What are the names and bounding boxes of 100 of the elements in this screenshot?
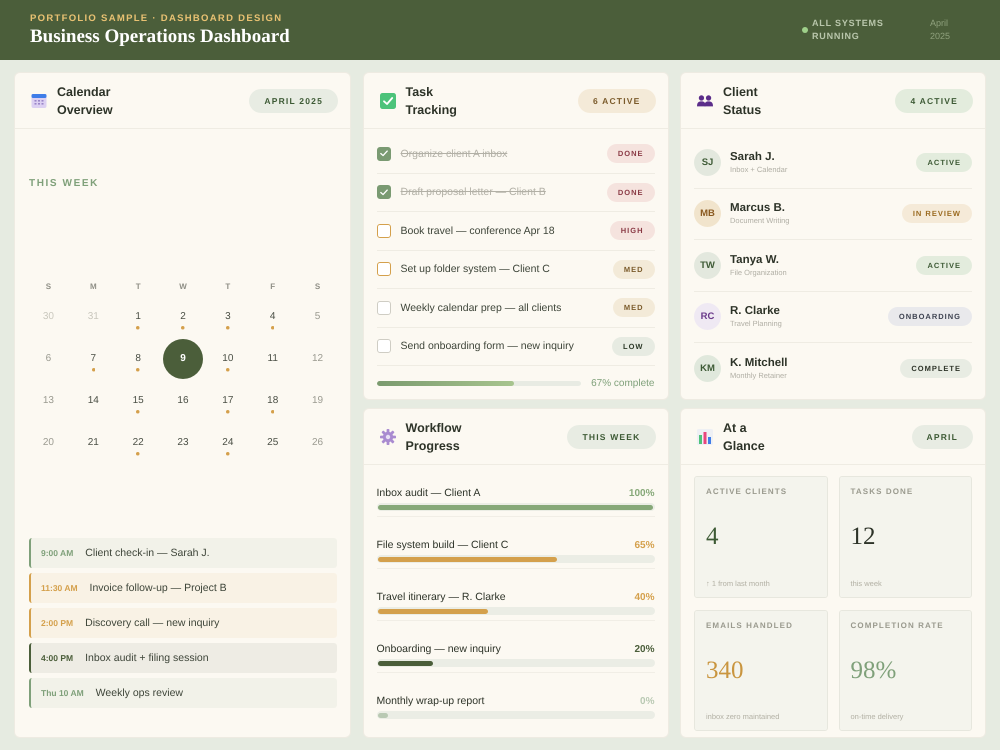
event-dot-icon bbox=[136, 368, 140, 372]
calendar-day[interactable]: 18 bbox=[262, 390, 284, 413]
calendar-day[interactable]: 22 bbox=[127, 432, 150, 455]
event-dot-icon bbox=[226, 410, 230, 414]
count-badge: 4 ACTIVE bbox=[895, 88, 973, 112]
event-dot-icon bbox=[136, 410, 140, 414]
calendar-day[interactable]: 1 bbox=[127, 306, 150, 329]
checkbox[interactable] bbox=[376, 262, 390, 276]
event-item[interactable]: 11:30 AM Invoice follow-up — Project B bbox=[29, 573, 337, 603]
client-name: Tanya W. bbox=[730, 254, 780, 266]
checkbox[interactable] bbox=[376, 300, 390, 315]
card-title: Client Status bbox=[723, 84, 762, 118]
bar-chart-icon bbox=[697, 428, 713, 444]
calendar-day[interactable]: 9 bbox=[162, 339, 203, 379]
checkbox[interactable] bbox=[376, 339, 390, 354]
event-item[interactable]: 2:00 PM Discovery call — new inquiry bbox=[29, 608, 337, 638]
status-dot-icon bbox=[802, 27, 808, 33]
month-badge: APRIL 2025 bbox=[249, 88, 338, 112]
card-title: Task Tracking bbox=[406, 84, 458, 118]
workflow-percent: 100% bbox=[628, 487, 654, 501]
stat-label: ACTIVE CLIENTS bbox=[706, 487, 788, 496]
calendar-day[interactable]: 15 bbox=[127, 390, 150, 413]
checkmark-icon bbox=[380, 92, 396, 108]
gear-icon bbox=[380, 428, 396, 444]
calendar-day[interactable]: 24 bbox=[216, 432, 239, 455]
calendar-day[interactable]: 23 bbox=[172, 432, 194, 455]
calendar-day[interactable]: 21 bbox=[82, 432, 104, 455]
workflow-label: File system build — Client C bbox=[376, 538, 508, 553]
client-avatar: KM bbox=[694, 355, 721, 382]
stat-label: COMPLETION RATE bbox=[850, 620, 945, 630]
calendar-day[interactable]: 14 bbox=[82, 390, 104, 413]
event-time: 11:30 AM bbox=[41, 583, 78, 593]
calendar-day[interactable]: 8 bbox=[127, 348, 150, 371]
workflow-percent: 20% bbox=[634, 643, 654, 657]
weekday-label: W bbox=[179, 281, 187, 293]
client-name: K. Mitchell bbox=[730, 357, 788, 370]
event-dot-icon bbox=[136, 452, 140, 456]
event-title: Client check-in — Sarah J. bbox=[85, 547, 210, 559]
calendar-day[interactable]: 25 bbox=[262, 432, 284, 455]
stat-value: 340 bbox=[706, 656, 744, 685]
checkbox[interactable] bbox=[376, 146, 390, 161]
weekday-label: S bbox=[46, 281, 52, 293]
task-label: Send onboarding form — new inquiry bbox=[400, 340, 574, 352]
client-name: Marcus B. bbox=[730, 202, 786, 214]
event-time: 9:00 AM bbox=[41, 548, 74, 558]
system-status-text: ALL SYSTEMS RUNNING bbox=[812, 17, 884, 43]
calendar-day[interactable]: 3 bbox=[216, 306, 239, 329]
stat-label: TASKS DONE bbox=[850, 487, 914, 496]
client-name: Sarah J. bbox=[730, 150, 776, 163]
event-title: Discovery call — new inquiry bbox=[85, 617, 220, 629]
event-time: 2:00 PM bbox=[41, 618, 74, 628]
event-dot-icon bbox=[270, 410, 274, 414]
people-icon bbox=[697, 92, 713, 108]
workflow-label: Monthly wrap-up report bbox=[376, 694, 484, 709]
weekday-label: M bbox=[90, 281, 97, 293]
event-dot-icon bbox=[226, 326, 230, 330]
progress-reading: 67% complete bbox=[591, 378, 654, 389]
event-item[interactable]: Thu 10 AM Weekly ops review bbox=[29, 678, 337, 708]
header-date: April 2025 bbox=[930, 17, 952, 43]
calendar-day[interactable]: 16 bbox=[172, 390, 194, 413]
weekday-label: T bbox=[225, 281, 230, 293]
stat-value: 12 bbox=[850, 523, 876, 552]
check-icon bbox=[380, 150, 388, 158]
weekday-label: T bbox=[136, 281, 141, 293]
eyebrow-text: PORTFOLIO SAMPLE · DASHBOARD DESIGN bbox=[30, 12, 284, 24]
workflow-percent: 40% bbox=[634, 591, 654, 605]
section-label: THIS WEEK bbox=[29, 178, 100, 190]
event-dot-icon bbox=[226, 368, 230, 372]
weekday-label: S bbox=[314, 281, 320, 293]
card-title: At a Glance bbox=[723, 420, 766, 454]
weekday-label: F bbox=[270, 281, 276, 293]
event-title: Weekly ops review bbox=[96, 687, 184, 699]
event-dot-icon bbox=[136, 326, 140, 330]
stat-label: EMAILS HANDLED bbox=[706, 620, 794, 630]
calendar-icon bbox=[31, 92, 47, 108]
workflow-label: Inbox audit — Client A bbox=[376, 486, 480, 501]
workflow-label: Onboarding — new inquiry bbox=[376, 642, 501, 657]
event-dot-icon bbox=[92, 368, 96, 372]
task-label: Draft proposal letter — Client B bbox=[400, 186, 546, 198]
client-avatar: SJ bbox=[694, 148, 721, 176]
event-dot-icon bbox=[270, 326, 274, 330]
task-label: Organize client A inbox bbox=[400, 148, 508, 160]
event-item[interactable]: 4:00 PM Inbox audit + filing session bbox=[29, 643, 337, 673]
client-avatar: TW bbox=[694, 252, 721, 279]
task-label: Weekly calendar prep — all clients bbox=[400, 302, 562, 314]
card-title: Workflow Progress bbox=[406, 420, 463, 454]
calendar-day[interactable]: 4 bbox=[262, 306, 284, 329]
client-avatar: RC bbox=[694, 303, 721, 330]
event-dot-icon bbox=[181, 326, 185, 330]
event-dot-icon bbox=[226, 452, 230, 456]
event-title: Inbox audit + filing session bbox=[85, 652, 209, 664]
checkbox[interactable] bbox=[376, 185, 390, 200]
checkbox[interactable] bbox=[376, 224, 390, 238]
event-item[interactable]: 9:00 AM Client check-in — Sarah J. bbox=[29, 538, 337, 568]
workflow-percent: 0% bbox=[640, 695, 654, 709]
calendar-day[interactable]: 7 bbox=[82, 348, 104, 371]
calendar-day[interactable]: 17 bbox=[216, 390, 239, 413]
calendar-day[interactable]: 10 bbox=[216, 348, 239, 371]
calendar-day[interactable]: 2 bbox=[172, 306, 194, 329]
calendar-day[interactable]: 11 bbox=[262, 348, 284, 371]
